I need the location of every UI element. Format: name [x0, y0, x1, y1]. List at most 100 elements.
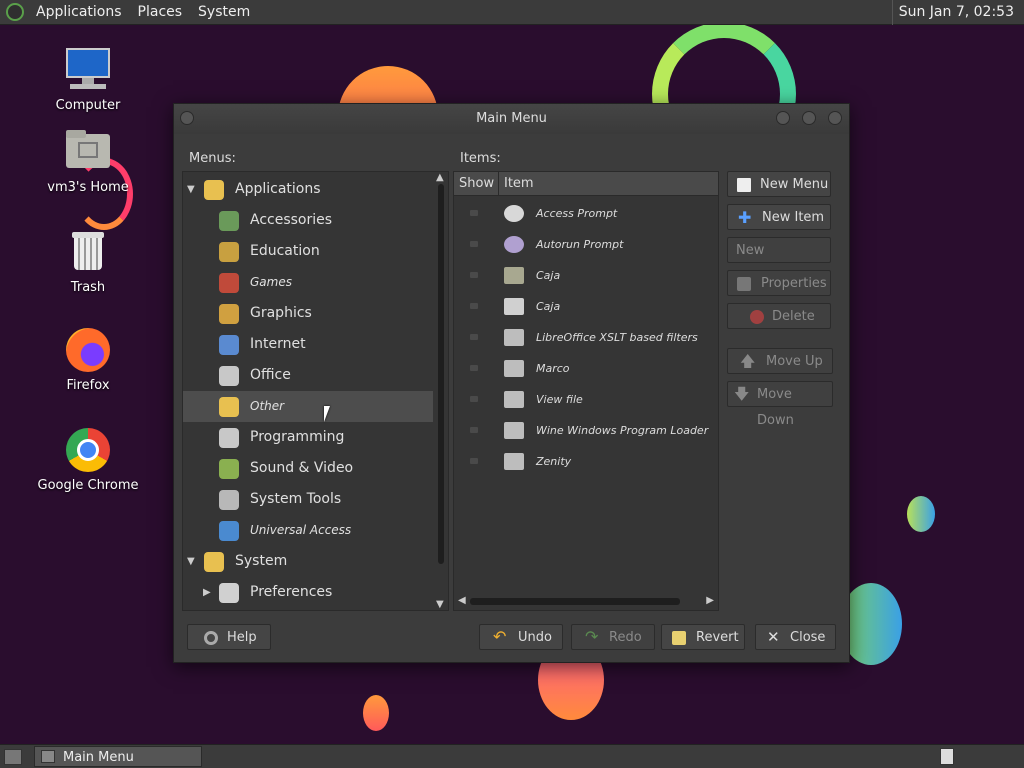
desktop-icon-label: Computer — [55, 98, 121, 113]
menu-tree-item-label: Accessories — [250, 212, 333, 228]
scroll-up-arrow-icon[interactable]: ▲ — [436, 172, 444, 183]
menus-tree[interactable]: ▼ Applications Accessories Education Games Gr… — [182, 171, 449, 611]
programming-icon — [219, 428, 239, 448]
window-titlebar[interactable]: Main Menu — [174, 104, 849, 134]
items-list[interactable]: Show Item Access Prompt Autorun Prompt Caj… — [453, 171, 719, 611]
sound-video-icon — [219, 459, 239, 479]
menu-tree-item[interactable]: Graphics — [183, 298, 433, 329]
menu-tree-item[interactable]: Education — [183, 236, 433, 267]
menu-tree-item[interactable]: ▼ System — [183, 546, 433, 577]
expander-expanded-icon[interactable]: ▼ — [187, 174, 195, 205]
help-button[interactable]: Help — [187, 624, 271, 650]
menu-tree-item[interactable]: Other — [183, 391, 433, 422]
menu-tree-item[interactable]: Accessories — [183, 205, 433, 236]
revert-button[interactable]: Revert — [661, 624, 745, 650]
column-show-header[interactable]: Show — [454, 172, 499, 196]
show-checkbox[interactable] — [470, 272, 478, 278]
menus-scrollbar-thumb[interactable] — [438, 184, 444, 564]
redo-button[interactable]: ↷ Redo — [571, 624, 655, 650]
maximize-icon[interactable] — [802, 111, 816, 125]
show-checkbox[interactable] — [470, 303, 478, 309]
show-checkbox[interactable] — [470, 210, 478, 216]
graphics-icon — [219, 304, 239, 324]
menu-tree-item[interactable]: Games — [183, 267, 433, 298]
expander-expanded-icon[interactable]: ▼ — [187, 546, 195, 577]
menu-tree-item[interactable]: Internet — [183, 329, 433, 360]
firefox-icon — [64, 326, 112, 374]
new-menu-label: New Menu — [760, 177, 829, 192]
item-label: LibreOffice XSLT based filters — [536, 331, 698, 344]
show-checkbox[interactable] — [470, 427, 478, 433]
desktop-icon-firefox[interactable]: Firefox — [33, 326, 143, 393]
scroll-down-arrow-icon[interactable]: ▼ — [436, 599, 444, 610]
properties-button[interactable]: Properties — [727, 270, 831, 296]
menu-tree-item[interactable]: Programming — [183, 422, 433, 453]
folder-icon — [504, 267, 524, 284]
internet-icon — [219, 335, 239, 355]
item-row[interactable]: View file — [454, 384, 718, 415]
show-checkbox[interactable] — [470, 334, 478, 340]
items-hscrollbar-thumb[interactable] — [470, 598, 680, 605]
menu-applications[interactable]: Applications — [28, 0, 130, 25]
close-window-icon[interactable] — [828, 111, 842, 125]
move-up-button[interactable]: 🡅 Move Up — [727, 348, 833, 374]
menu-places[interactable]: Places — [130, 0, 191, 25]
item-row[interactable]: LibreOffice XSLT based filters — [454, 322, 718, 353]
desktop-icon-computer[interactable]: Computer — [33, 46, 143, 113]
item-label: Zenity — [536, 455, 572, 468]
new-menu-button[interactable]: New Menu — [727, 171, 831, 197]
menu-tree-item-label: System Tools — [250, 491, 342, 507]
home-folder-icon — [64, 128, 112, 176]
menu-tree-item[interactable]: Universal Access — [183, 515, 433, 546]
arrow-up-icon: 🡅 — [740, 352, 756, 370]
desktop-icon-label: Google Chrome — [37, 478, 139, 493]
desktop-icon-trash[interactable]: Trash — [33, 228, 143, 295]
column-item-header[interactable]: Item — [499, 172, 718, 196]
items-hscrollbar[interactable]: ◀ ▶ — [458, 595, 714, 606]
close-button[interactable]: ✕ Close — [755, 624, 836, 650]
expander-collapsed-icon[interactable]: ▶ — [203, 577, 211, 608]
desktop-icon-chrome[interactable]: Google Chrome — [33, 426, 143, 493]
games-icon — [219, 273, 239, 293]
menu-system[interactable]: System — [190, 0, 258, 25]
item-row[interactable]: Marco — [454, 353, 718, 384]
taskbar-item-main-menu[interactable]: Main Menu — [34, 746, 202, 767]
show-checkbox[interactable] — [470, 365, 478, 371]
undo-button[interactable]: ↶ Undo — [479, 624, 563, 650]
minimize-icon[interactable] — [776, 111, 790, 125]
menu-tree-item[interactable]: System Tools — [183, 484, 433, 515]
menus-label: Menus: — [189, 151, 236, 166]
menu-tree-item[interactable]: Office — [183, 360, 433, 391]
show-checkbox[interactable] — [470, 396, 478, 402]
scroll-right-arrow-icon[interactable]: ▶ — [706, 595, 714, 606]
window-menu-icon[interactable] — [180, 111, 194, 125]
panel-clock[interactable]: Sun Jan 7, 02:53 — [891, 0, 1020, 25]
scroll-left-arrow-icon[interactable]: ◀ — [458, 595, 466, 606]
workspace-switcher-icon[interactable] — [940, 748, 954, 765]
applications-icon — [204, 180, 224, 200]
menus-scrollbar[interactable]: ▲ ▼ — [436, 172, 446, 610]
new-item-button[interactable]: ✚ New Item — [727, 204, 831, 230]
show-checkbox[interactable] — [470, 241, 478, 247]
show-desktop-icon[interactable] — [4, 749, 22, 765]
item-label: Caja — [536, 300, 561, 313]
menu-tree-item[interactable]: ▼ Applications — [183, 174, 433, 205]
item-row[interactable]: Caja — [454, 291, 718, 322]
desktop-icon-home[interactable]: vm3's Home — [33, 128, 143, 195]
menu-tree-item[interactable]: ▶ Preferences — [183, 577, 433, 608]
taskbar-window-icon — [41, 750, 55, 763]
item-row[interactable]: Access Prompt — [454, 198, 718, 229]
new-separator-button[interactable]: New Separator — [727, 237, 831, 284]
delete-button[interactable]: Delete — [727, 303, 831, 329]
menu-tree-item[interactable]: Sound & Video — [183, 453, 433, 484]
item-row[interactable]: Caja — [454, 260, 718, 291]
accessories-icon — [219, 211, 239, 231]
item-label: Caja — [536, 269, 561, 282]
show-checkbox[interactable] — [470, 458, 478, 464]
redo-label: Redo — [609, 630, 642, 645]
mate-logo-icon[interactable] — [6, 3, 24, 21]
item-row[interactable]: Wine Windows Program Loader — [454, 415, 718, 446]
move-down-button[interactable]: 🡇 Move Down — [727, 381, 833, 428]
item-row[interactable]: Autorun Prompt — [454, 229, 718, 260]
item-row[interactable]: Zenity — [454, 446, 718, 477]
